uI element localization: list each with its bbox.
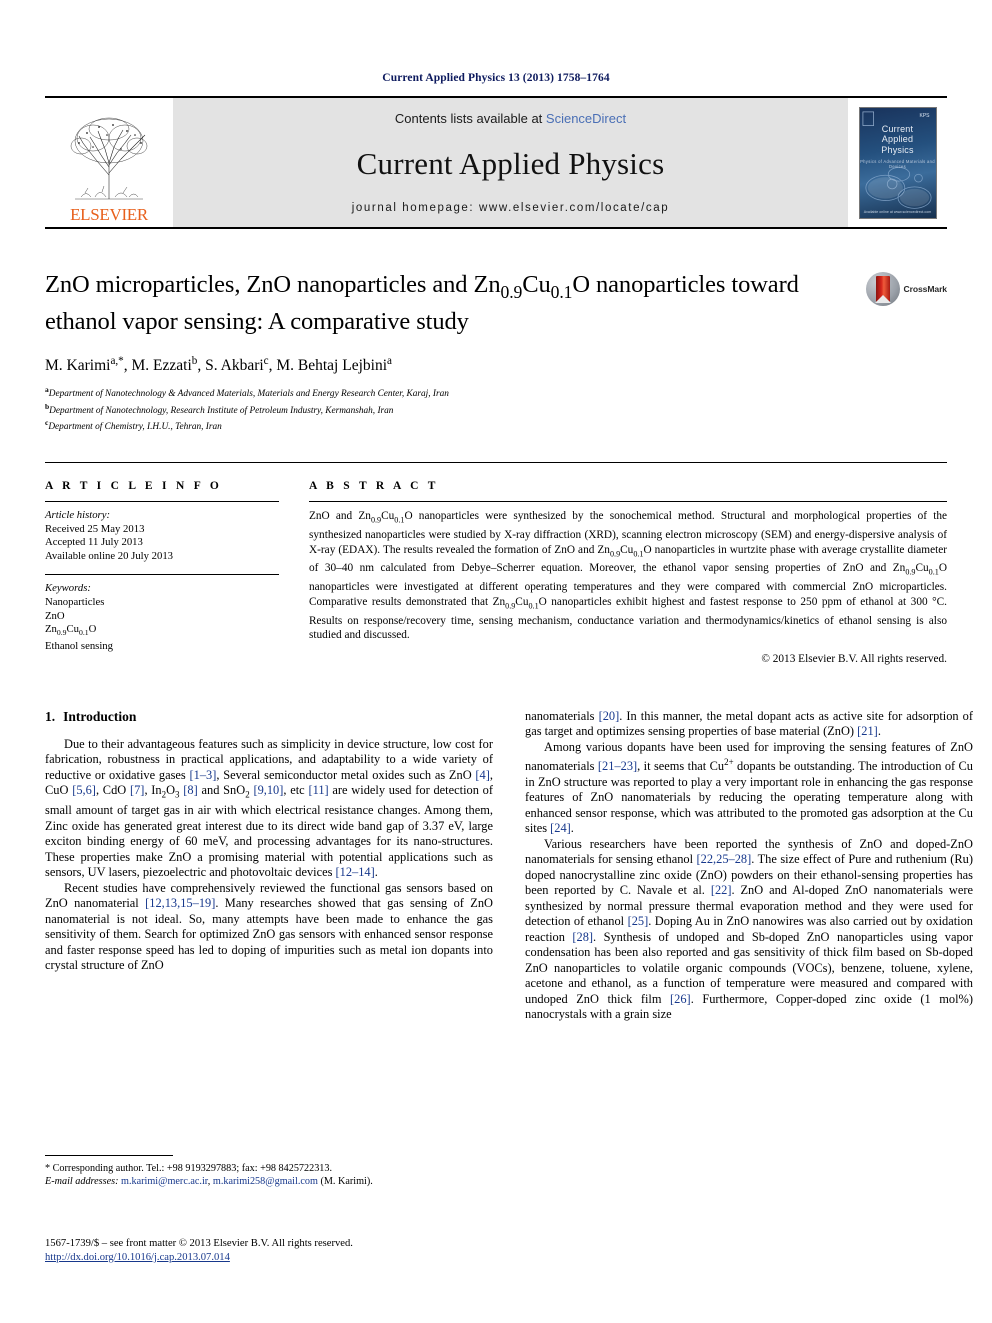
page-title: ZnO microparticles, ZnO nanoparticles an… [45, 270, 835, 337]
doi-link[interactable]: http://dx.doi.org/10.1016/j.cap.2013.07.… [45, 1252, 230, 1263]
body-column-left: 1. Introduction Due to their advantageous… [45, 709, 493, 1023]
title-subscript-2: 0.1 [550, 281, 573, 302]
keyword-item: Ethanol sensing [45, 640, 113, 652]
paper-page: Current Applied Physics 13 (2013) 1758–1… [0, 0, 992, 1323]
abstract-column: A B S T R A C T ZnO and Zn0.9Cu0.1O nano… [309, 480, 947, 665]
author-list: M. Karimia,*, M. Ezzatib, S. Akbaric, M.… [45, 354, 392, 375]
title-part-3: O nanoparticles [572, 271, 726, 298]
email-link-1[interactable]: m.karimi@merc.ac.ir [121, 1176, 208, 1187]
crossmark-label: CrossMark [903, 284, 947, 294]
section-number: 1. [45, 708, 56, 724]
keyword-item: Zn0.9Cu0.1O [45, 623, 97, 638]
footnote-emails: E-mail addresses: m.karimi@merc.ac.ir, m… [45, 1175, 493, 1188]
article-info-heading: A R T I C L E I N F O [45, 480, 223, 493]
keyword-item: Nanoparticles [45, 596, 105, 609]
cover-title-line3: Physics [881, 144, 914, 155]
section-title: Introduction [63, 708, 137, 724]
affiliation-text-b: Department of Nanotechnology, Research I… [49, 405, 394, 416]
affiliation-text-a: Department of Nanotechnology & Advanced … [48, 389, 449, 400]
cover-title-line1: Current [881, 123, 914, 134]
cover-title: Current Applied Physics [860, 124, 936, 156]
article-history-accepted: Accepted 11 July 2013 [45, 536, 143, 549]
body-column-right: nanomaterials [20]. In this manner, the … [525, 709, 973, 1023]
keyword-item: ZnO [45, 609, 65, 622]
title-block: ZnO microparticles, ZnO nanoparticles an… [45, 270, 947, 337]
paragraph: Various researchers have been reported t… [525, 836, 974, 1022]
footnote-rule [45, 1155, 173, 1156]
cover-subtitle: Physics of Advanced Materials and Device… [860, 158, 935, 169]
running-head: Current Applied Physics 13 (2013) 1758–1… [382, 72, 610, 84]
title-part-1: ZnO microparticles, ZnO nanoparticles an… [45, 271, 501, 298]
email-link-2[interactable]: m.karimi258@gmail.com [213, 1176, 318, 1187]
article-info-rule [45, 501, 279, 503]
journal-homepage[interactable]: journal homepage: www.elsevier.com/locat… [352, 202, 669, 214]
article-history-label: Article history: [45, 509, 111, 522]
imprint-line: 1567-1739/$ – see front matter © 2013 El… [45, 1238, 353, 1249]
abstract-copyright: © 2013 Elsevier B.V. All rights reserved… [761, 652, 947, 665]
section-heading-introduction: 1. Introduction [45, 709, 493, 725]
contents-prefix: Contents lists available at [394, 111, 546, 126]
abstract-text: ZnO and Zn0.9Cu0.1O nanoparticles were s… [309, 510, 948, 642]
paragraph: Among various dopants have been used for… [525, 739, 974, 836]
crossmark-icon [866, 272, 901, 306]
info-abstract-region: A R T I C L E I N F O Article history: R… [45, 462, 947, 665]
affiliation-b: bDepartment of Nanotechnology, Research … [45, 401, 947, 418]
article-info-column: A R T I C L E I N F O Article history: R… [45, 480, 279, 665]
crossmark-badge[interactable]: CrossMark [866, 272, 947, 306]
journal-masthead: ELSEVIER Contents lists available at Sci… [45, 96, 947, 229]
elsevier-wordmark: ELSEVIER [70, 205, 148, 224]
corresponding-author-footnote: * Corresponding author. Tel.: +98 919329… [45, 1155, 493, 1189]
paragraph: Recent studies have comprehensively revi… [45, 880, 493, 973]
affiliation-text-c: Department of Chemistry, I.H.U., Tehran,… [48, 422, 222, 433]
article-history-received: Received 25 May 2013 [45, 522, 145, 535]
keywords-label: Keywords: [45, 582, 91, 595]
footnote-corresponding: * Corresponding author. Tel.: +98 919329… [45, 1163, 333, 1174]
sciencedirect-link[interactable]: ScienceDirect [546, 111, 626, 126]
article-history-online: Available online 20 July 2013 [45, 549, 174, 562]
journal-cover-thumbnail: KPS Current Applied Physics Physics of A… [848, 98, 947, 227]
affiliation-a: aDepartment of Nanotechnology & Advanced… [45, 384, 947, 401]
affiliations: aDepartment of Nanotechnology & Advanced… [45, 384, 947, 434]
email-label: E-mail addresses: [45, 1176, 119, 1188]
title-part-2: Cu [522, 271, 551, 298]
abstract-rule [309, 501, 947, 503]
elsevier-tree-icon [70, 117, 148, 200]
imprint-block: 1567-1739/$ – see front matter © 2013 El… [45, 1237, 565, 1265]
cover-footer: Available online at www.sciencedirect.co… [863, 209, 932, 214]
cover-corner-label: KPS [919, 112, 930, 119]
contents-line: Contents lists available at ScienceDirec… [395, 111, 626, 126]
article-history-block: Article history: Received 25 May 2013 Ac… [45, 509, 279, 563]
affiliation-c: cDepartment of Chemistry, I.H.U., Tehran… [45, 417, 947, 434]
journal-band: Contents lists available at ScienceDirec… [173, 98, 848, 227]
journal-title: Current Applied Physics [356, 146, 665, 181]
keywords-block: Keywords: Nanoparticles ZnO Zn0.9Cu0.1O … [45, 574, 279, 653]
abstract-heading: A B S T R A C T [309, 480, 439, 493]
elsevier-logo: ELSEVIER [45, 98, 173, 227]
email-suffix: (M. Karimi). [317, 1176, 373, 1188]
title-subscript-1: 0.9 [500, 281, 523, 302]
paragraph: nanomaterials [20]. In this manner, the … [525, 708, 973, 739]
paragraph: Due to their advantageous features such … [45, 736, 493, 880]
cover-title-line2: Applied [881, 134, 914, 144]
body-columns: 1. Introduction Due to their advantageous… [45, 709, 973, 1023]
